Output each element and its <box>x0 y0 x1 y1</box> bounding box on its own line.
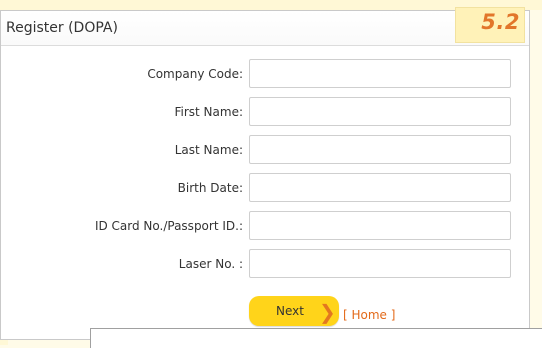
last-name-input[interactable] <box>249 135 511 164</box>
step-number: 5.2 <box>481 10 520 34</box>
step-badge: 5.2 <box>455 7 525 43</box>
next-button[interactable]: Next ❯ <box>249 296 339 326</box>
first-name-row: First Name: <box>1 97 529 127</box>
chevron-right-icon: ❯ <box>319 300 336 324</box>
company-code-input[interactable] <box>249 59 511 88</box>
page-title: Register (DOPA) <box>6 20 118 36</box>
first-name-label: First Name: <box>174 105 243 119</box>
panel-header: Register (DOPA) 5.2 <box>1 7 529 46</box>
id-card-row: ID Card No./Passport ID.: <box>1 211 529 241</box>
laser-no-row: Laser No. : <box>1 249 529 279</box>
next-button-label: Next <box>276 304 304 318</box>
last-name-label: Last Name: <box>174 143 243 157</box>
last-name-row: Last Name: <box>1 135 529 165</box>
birth-date-row: Birth Date: <box>1 173 529 203</box>
home-link[interactable]: [ Home ] <box>343 308 395 322</box>
id-card-input[interactable] <box>249 211 511 240</box>
birth-date-input[interactable] <box>249 173 511 202</box>
register-panel: Register (DOPA) 5.2 Company Code: First … <box>0 7 530 340</box>
first-name-input[interactable] <box>249 97 511 126</box>
company-code-label: Company Code: <box>147 67 243 81</box>
birth-date-label: Birth Date: <box>177 181 243 195</box>
laser-no-label: Laser No. : <box>178 257 243 271</box>
id-card-label: ID Card No./Passport ID.: <box>94 219 243 233</box>
laser-no-input[interactable] <box>249 249 511 278</box>
overlay-panel-edge <box>90 328 542 348</box>
company-code-row: Company Code: <box>1 59 529 89</box>
